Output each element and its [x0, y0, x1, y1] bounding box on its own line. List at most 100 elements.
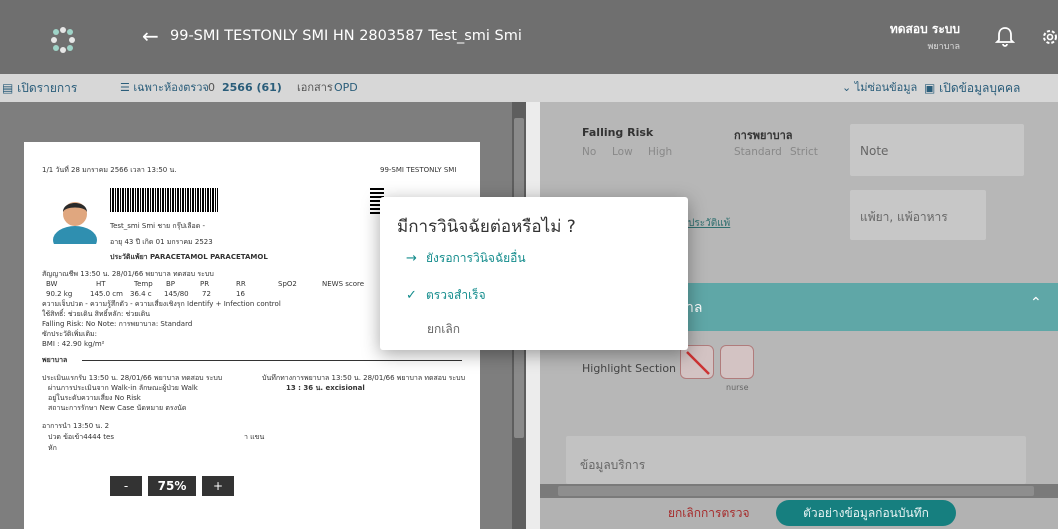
vitals-val-ht: 145.0 cm — [90, 290, 123, 298]
open-list-label: เปิดรายการ — [17, 81, 78, 95]
wait-diagnosis-option[interactable]: → ยังรอการวินิจฉัยอื่น — [406, 250, 526, 267]
vitals-col-ht: HT — [96, 280, 106, 288]
app-header: ← 99-SMI TESTONLY SMI HN 2803587 Test_sm… — [0, 0, 1058, 74]
doc-label: เอกสาร — [297, 81, 333, 94]
vitals-col-bp: BP — [166, 280, 176, 288]
assess-heading: ประเมินแรกรับ 13:50 น. 28/01/66 พยาบาล ท… — [42, 374, 223, 382]
zoom-out-button[interactable]: - — [110, 476, 142, 496]
service-placeholder: ข้อมูลบริการ — [580, 458, 646, 472]
arrow-right-icon: → — [406, 251, 417, 266]
vitals-val-bp: 145/80 — [164, 290, 189, 298]
note-heading: บันทึกทางการพยาบาล 13:50 น. 28/01/66 พยา… — [262, 374, 466, 382]
note-field[interactable]: Note — [850, 124, 1024, 176]
dialog-title: มีการวินิจฉัยต่อหรือไม่ ? — [397, 217, 576, 237]
age-line: อายุ 43 ปี เกิด 01 มกราคม 2523 — [110, 238, 213, 246]
falling-line: Falling Risk: No Note: การพยาบาล: Standa… — [42, 320, 193, 328]
preview-save-button[interactable]: ตัวอย่างข้อมูลก่อนบันทึก — [776, 500, 956, 526]
vitals-header: สัญญาณชีพ 13:50 น. 28/01/66 พยาบาล ทดสอบ… — [42, 270, 214, 278]
nursing-opt-standard[interactable]: Standard — [734, 146, 782, 158]
vitals-col-news: NEWS score — [322, 280, 365, 288]
vitals-col-rr: RR — [236, 280, 246, 288]
visit-no: 0 — [208, 81, 215, 94]
note-time: 13 : 36 น. excisional — [286, 384, 365, 392]
user-role: พยาบาล — [927, 42, 960, 52]
zoom-in-button[interactable]: + — [202, 476, 234, 496]
vitals-col-temp: Temp — [134, 280, 153, 288]
visit-year-link[interactable]: 2566 (61) — [222, 80, 282, 96]
zoom-controls: - 75% + — [110, 476, 240, 496]
allergy-field[interactable]: แพ้ยา, แพ้อาหาร — [850, 190, 986, 240]
falling-opt-no[interactable]: No — [582, 146, 596, 158]
note-placeholder: Note — [860, 144, 889, 158]
show-info-toggle[interactable]: ⌄ ไม่ซ่อนข้อมูล — [842, 80, 917, 96]
highlight-label: Highlight Section — [582, 362, 677, 375]
done-option-label: ตรวจสำเร็จ — [426, 288, 486, 302]
check-icon: ✓ — [406, 288, 417, 303]
nursing-label: การพยาบาล — [734, 129, 793, 142]
filter-icon: ☰ — [120, 81, 130, 94]
back-arrow-icon[interactable]: ← — [142, 24, 159, 48]
allergy-placeholder: แพ้ยา, แพ้อาหาร — [860, 210, 948, 224]
vitals-col-spo2: SpO2 — [278, 280, 297, 288]
exam-complete-option[interactable]: ✓ ตรวจสำเร็จ — [406, 287, 486, 304]
page-info: 1/1 วันที่ 28 มกราคม 2566 เวลา 13:50 น. — [42, 166, 177, 174]
user-name[interactable]: ทดสอบ ระบบ — [890, 20, 960, 39]
highlight-nurse-button[interactable] — [720, 345, 754, 379]
wait-option-label: ยังรอการวินิจฉัยอื่น — [426, 251, 526, 265]
assess-line-2: อยู่ในระดับความเสี่ยง No Risk — [48, 394, 141, 402]
highlight-none-button[interactable] — [680, 345, 714, 379]
scrollbar-thumb[interactable] — [558, 486, 1034, 496]
open-person-label: เปิดข้อมูลบุคคล — [939, 81, 1021, 95]
barcode — [110, 188, 218, 212]
show-info-label: ไม่ซ่อนข้อมูล — [854, 81, 918, 94]
falling-opt-low[interactable]: Low — [612, 146, 633, 158]
nursing-opt-strict[interactable]: Strict — [790, 146, 818, 158]
vitals-val-pr: 72 — [202, 290, 211, 298]
falling-risk-label: Falling Risk — [582, 126, 654, 139]
cc-line-1b: า แขน — [244, 433, 265, 441]
cancel-exam-button[interactable]: ยกเลิกการตรวจ — [668, 500, 749, 526]
doc-type-link[interactable]: OPD — [334, 80, 358, 96]
assess-line-1: ผ่านการประเมินจาก Walk-in ลักษณะผู้ป่วย … — [48, 384, 198, 392]
allergy-history-link[interactable]: ประวัติแพ้ — [688, 216, 730, 231]
cc-heading: อาการนำ 13:50 น. 2 — [42, 422, 110, 430]
history-line: ซักประวัติเพิ่มเติม: — [42, 330, 97, 338]
cc-line-2: หัก — [48, 444, 57, 452]
form-horizontal-scrollbar[interactable] — [540, 484, 1058, 498]
zoom-level: 75% — [148, 476, 196, 496]
site-name: 99-SMI TESTONLY SMI — [380, 166, 457, 174]
open-list-button[interactable]: ▤ เปิดรายการ — [2, 80, 77, 96]
gear-icon[interactable] — [1040, 26, 1058, 48]
vitals-val-rr: 16 — [236, 290, 245, 298]
diagnosis-dialog: มีการวินิจฉัยต่อหรือไม่ ? → ยังรอการวินิจ… — [380, 197, 688, 350]
cc-line-1: ปวด ข้อเข้า4444 tes — [48, 433, 114, 441]
toolbar: ▤ เปิดรายการ ☰ เฉพาะห้องตรวจ 0 2566 (61)… — [0, 74, 1058, 102]
mobility-line: ใช้สิทธิ์: ช่วยเดิน สิทธิ์หลัก: ช่วยเดิน — [42, 310, 151, 318]
falling-opt-high[interactable]: High — [648, 146, 672, 158]
filter-button[interactable]: ☰ เฉพาะห้องตรวจ — [120, 80, 209, 96]
window-icon: ▣ — [924, 81, 936, 95]
allergy-line: ประวัติแพ้ยา PARACETAMOL PARACETAMOL — [110, 253, 268, 261]
vitals-val-temp: 36.4 c — [130, 290, 152, 298]
vitals-col-bw: BW — [46, 280, 58, 288]
nurse-heading: พยาบาล — [42, 356, 68, 364]
chevron-up-icon[interactable]: ⌃ — [1030, 295, 1042, 311]
patient-title: 99-SMI TESTONLY SMI HN 2803587 Test_smi … — [170, 28, 522, 44]
nurse-caption: nurse — [726, 383, 749, 392]
vitals-col-pr: PR — [200, 280, 210, 288]
bmi-line: BMI : 42.90 kg/m² — [42, 340, 105, 348]
vitals-val-bw: 90.2 kg — [46, 290, 73, 298]
cancel-option[interactable]: ยกเลิก — [427, 321, 460, 337]
divider — [82, 360, 462, 361]
app-logo — [51, 27, 75, 53]
chevron-down-icon: ⌄ — [842, 81, 852, 94]
pain-line: ความเจ็บปวด - ความรู้สึกตัว - ความเสี่ยง… — [42, 300, 281, 308]
assess-line-3: สถานะการรักษา New Case นัดหมาย ตรงนัด — [48, 404, 187, 412]
patient-line: Test_smi Smi ชาย กรุ๊ปเลือด - — [110, 222, 205, 230]
bell-icon[interactable] — [995, 26, 1015, 48]
service-info-field[interactable]: ข้อมูลบริการ — [566, 436, 1026, 484]
list-icon: ▤ — [2, 81, 14, 95]
section-title: าล — [686, 300, 703, 316]
filter-label: เฉพาะห้องตรวจ — [133, 81, 209, 94]
open-person-button[interactable]: ▣ เปิดข้อมูลบุคคล — [924, 80, 1020, 96]
